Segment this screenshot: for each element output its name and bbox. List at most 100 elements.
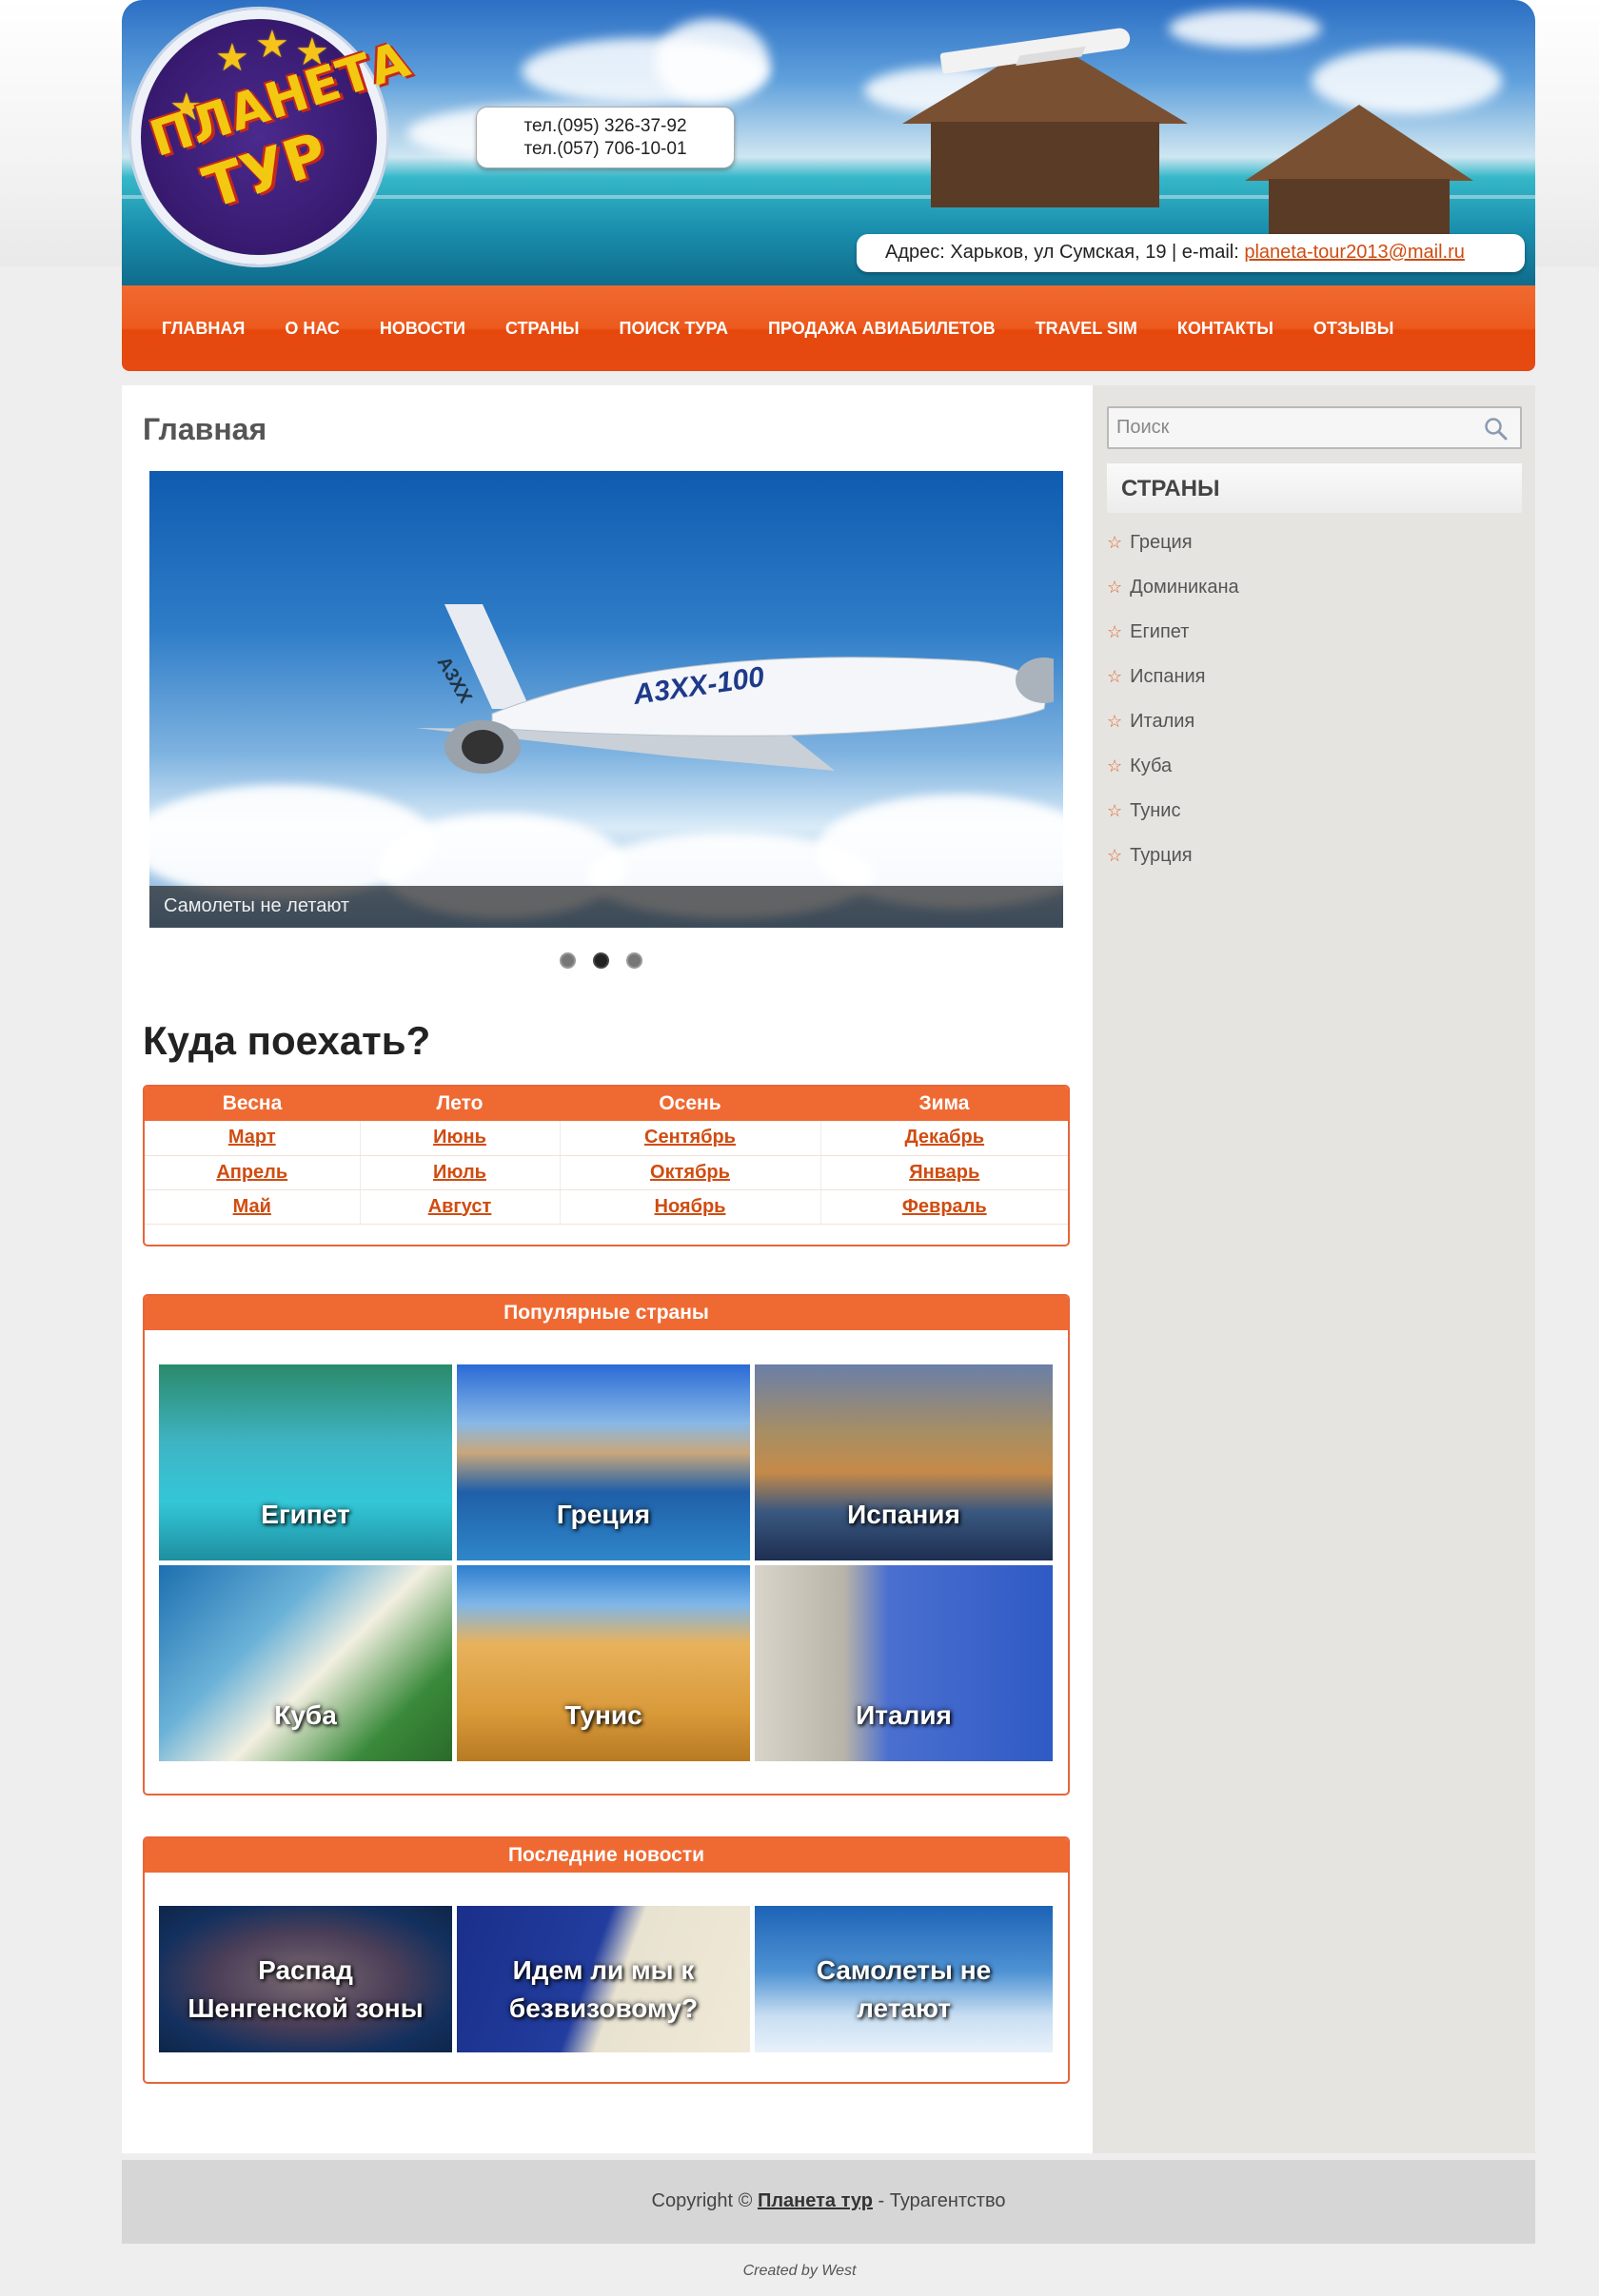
page-title: Главная bbox=[143, 412, 267, 446]
tile-label: Испания bbox=[847, 1500, 960, 1529]
company-link[interactable]: Планета тур bbox=[758, 2190, 873, 2211]
month-link[interactable]: Март bbox=[228, 1127, 276, 1148]
slider-dots bbox=[560, 952, 642, 969]
list-item[interactable]: ☆ Греция bbox=[1107, 520, 1521, 565]
month-link[interactable]: Июль bbox=[433, 1162, 486, 1183]
month-link[interactable]: Сентябрь bbox=[644, 1127, 736, 1148]
search-icon[interactable] bbox=[1484, 417, 1509, 446]
news-grid: Распад Шенгенской зоны Идем ли мы к безвиз… bbox=[145, 1873, 1068, 2081]
star-icon: ☆ bbox=[1107, 622, 1123, 641]
main-content: Главная A3XX A3XX-100 Самолеты не летают… bbox=[122, 385, 1093, 2153]
phone-1: тел.(095) 326-37-92 bbox=[523, 116, 687, 136]
popular-countries-box: Популярные страны Египет Греция Испания … bbox=[143, 1294, 1070, 1796]
nav-travel-sim[interactable]: TRAVEL SIM bbox=[1036, 319, 1137, 339]
star-icon: ☆ bbox=[1107, 846, 1123, 865]
news-label: Самолеты не летают bbox=[816, 1955, 992, 2023]
country-link[interactable]: Тунис bbox=[1130, 800, 1180, 822]
news-tile-schengen[interactable]: Распад Шенгенской зоны bbox=[159, 1906, 452, 2052]
main-nav: ГЛАВНАЯ О НАС НОВОСТИ СТРАНЫ ПОИСК ТУРА … bbox=[122, 285, 1535, 371]
star-icon: ☆ bbox=[1107, 578, 1123, 597]
season-summer: Лето bbox=[360, 1087, 560, 1121]
list-item[interactable]: ☆ Испания bbox=[1107, 655, 1521, 699]
nav-countries[interactable]: СТРАНЫ bbox=[505, 319, 580, 339]
email-link[interactable]: planeta-tour2013@mail.ru bbox=[1244, 242, 1465, 263]
country-link[interactable]: Египет bbox=[1130, 621, 1189, 643]
nav-news[interactable]: НОВОСТИ bbox=[380, 319, 465, 339]
seasons-box: Весна Лето Осень Зима Март Июнь Сентябрь… bbox=[143, 1085, 1070, 1246]
where-to-go-heading: Куда поехать? bbox=[143, 1018, 431, 1063]
page-wrapper: ★ ★ ★ ★ ПЛАНЕТА ТУР тел.(095) 326-37-92 … bbox=[122, 0, 1535, 2153]
month-link[interactable]: Апрель bbox=[216, 1162, 287, 1183]
month-link[interactable]: Август bbox=[428, 1196, 492, 1217]
month-link[interactable]: Декабрь bbox=[904, 1127, 984, 1148]
news-tile-visa-free[interactable]: Идем ли мы к безвизовому? bbox=[457, 1906, 750, 2052]
search-box bbox=[1107, 406, 1522, 449]
country-link[interactable]: Испания bbox=[1130, 666, 1205, 688]
table-row: Апрель Июль Октябрь Январь bbox=[145, 1155, 1068, 1190]
country-tile-italy[interactable]: Италия bbox=[755, 1565, 1053, 1761]
star-icon: ☆ bbox=[1107, 756, 1123, 775]
seasons-table: Весна Лето Осень Зима Март Июнь Сентябрь… bbox=[145, 1087, 1068, 1225]
country-tile-cuba[interactable]: Куба bbox=[159, 1565, 452, 1761]
slider-dot-3[interactable] bbox=[626, 952, 642, 969]
airplane-image: A3XX A3XX-100 bbox=[416, 604, 1054, 774]
list-item[interactable]: ☆ Италия bbox=[1107, 699, 1521, 744]
country-tile-egypt[interactable]: Египет bbox=[159, 1364, 452, 1560]
star-icon: ☆ bbox=[1107, 667, 1123, 686]
nav-air-tickets[interactable]: ПРОДАЖА АВИАБИЛЕТОВ bbox=[768, 319, 996, 339]
copyright-text: Copyright © bbox=[651, 2190, 758, 2211]
table-row: Март Июнь Сентябрь Декабрь bbox=[145, 1121, 1068, 1156]
star-icon: ☆ bbox=[1107, 712, 1123, 731]
country-tile-tunisia[interactable]: Тунис bbox=[457, 1565, 750, 1761]
news-label: Идем ли мы к безвизовому? bbox=[508, 1955, 699, 2023]
latest-news-title: Последние новости bbox=[145, 1838, 1068, 1873]
site-logo[interactable]: ★ ★ ★ ★ ПЛАНЕТА ТУР bbox=[131, 10, 416, 265]
phone-2: тел.(057) 706-10-01 bbox=[523, 139, 687, 159]
latest-news-box: Последние новости Распад Шенгенской зоны … bbox=[143, 1836, 1070, 2084]
sidebar: СТРАНЫ ☆ Греция ☆ Доминикана ☆ Египет ☆ Испа… bbox=[1093, 385, 1535, 2153]
table-row: Май Август Ноябрь Февраль bbox=[145, 1189, 1068, 1225]
news-tile-planes[interactable]: Самолеты не летают bbox=[755, 1906, 1053, 2052]
country-tile-greece[interactable]: Греция bbox=[457, 1364, 750, 1560]
nav-tour-search[interactable]: ПОИСК ТУРА bbox=[620, 319, 728, 339]
month-link[interactable]: Июнь bbox=[433, 1127, 486, 1148]
slider-dot-1[interactable] bbox=[560, 952, 576, 969]
tile-label: Куба bbox=[274, 1700, 337, 1730]
nav-reviews[interactable]: ОТЗЫВЫ bbox=[1313, 319, 1394, 339]
tile-label: Греция bbox=[556, 1500, 651, 1529]
month-link[interactable]: Ноябрь bbox=[655, 1196, 726, 1217]
nav-home[interactable]: ГЛАВНАЯ bbox=[162, 319, 245, 339]
list-item[interactable]: ☆ Турция bbox=[1107, 834, 1521, 878]
country-tile-spain[interactable]: Испания bbox=[755, 1364, 1053, 1560]
list-item[interactable]: ☆ Египет bbox=[1107, 610, 1521, 655]
season-spring: Весна bbox=[145, 1087, 360, 1121]
credit-text: Created by West bbox=[742, 2263, 857, 2279]
phone-box: тел.(095) 326-37-92 тел.(057) 706-10-01 bbox=[476, 107, 735, 168]
list-item[interactable]: ☆ Доминикана bbox=[1107, 565, 1521, 610]
country-link[interactable]: Турция bbox=[1130, 845, 1192, 867]
month-link[interactable]: Февраль bbox=[902, 1196, 987, 1217]
site-footer: Copyright © Планета тур - Турагентство bbox=[122, 2160, 1535, 2244]
season-winter: Зима bbox=[820, 1087, 1068, 1121]
country-link[interactable]: Италия bbox=[1130, 711, 1194, 733]
tile-label: Египет bbox=[261, 1500, 350, 1529]
nav-about[interactable]: О НАС bbox=[285, 319, 340, 339]
country-link[interactable]: Куба bbox=[1130, 756, 1172, 777]
svg-text:A3XX: A3XX bbox=[433, 654, 477, 708]
month-link[interactable]: Январь bbox=[909, 1162, 979, 1183]
list-item[interactable]: ☆ Куба bbox=[1107, 744, 1521, 789]
star-icon: ☆ bbox=[1107, 801, 1123, 820]
tile-label: Италия bbox=[856, 1700, 952, 1730]
season-autumn: Осень bbox=[560, 1087, 820, 1121]
slider-dot-2[interactable] bbox=[593, 952, 609, 969]
list-item[interactable]: ☆ Тунис bbox=[1107, 789, 1521, 834]
country-link[interactable]: Греция bbox=[1130, 532, 1192, 554]
nav-contacts[interactable]: КОНТАКТЫ bbox=[1177, 319, 1273, 339]
image-slider[interactable]: A3XX A3XX-100 Самолеты не летают bbox=[149, 471, 1063, 928]
month-link[interactable]: Май bbox=[233, 1196, 271, 1217]
country-link[interactable]: Доминикана bbox=[1130, 577, 1239, 599]
search-input[interactable] bbox=[1109, 408, 1520, 447]
tile-label: Тунис bbox=[564, 1700, 642, 1730]
countries-grid: Египет Греция Испания Куба Тунис Италия bbox=[145, 1330, 1068, 1790]
month-link[interactable]: Октябрь bbox=[650, 1162, 730, 1183]
